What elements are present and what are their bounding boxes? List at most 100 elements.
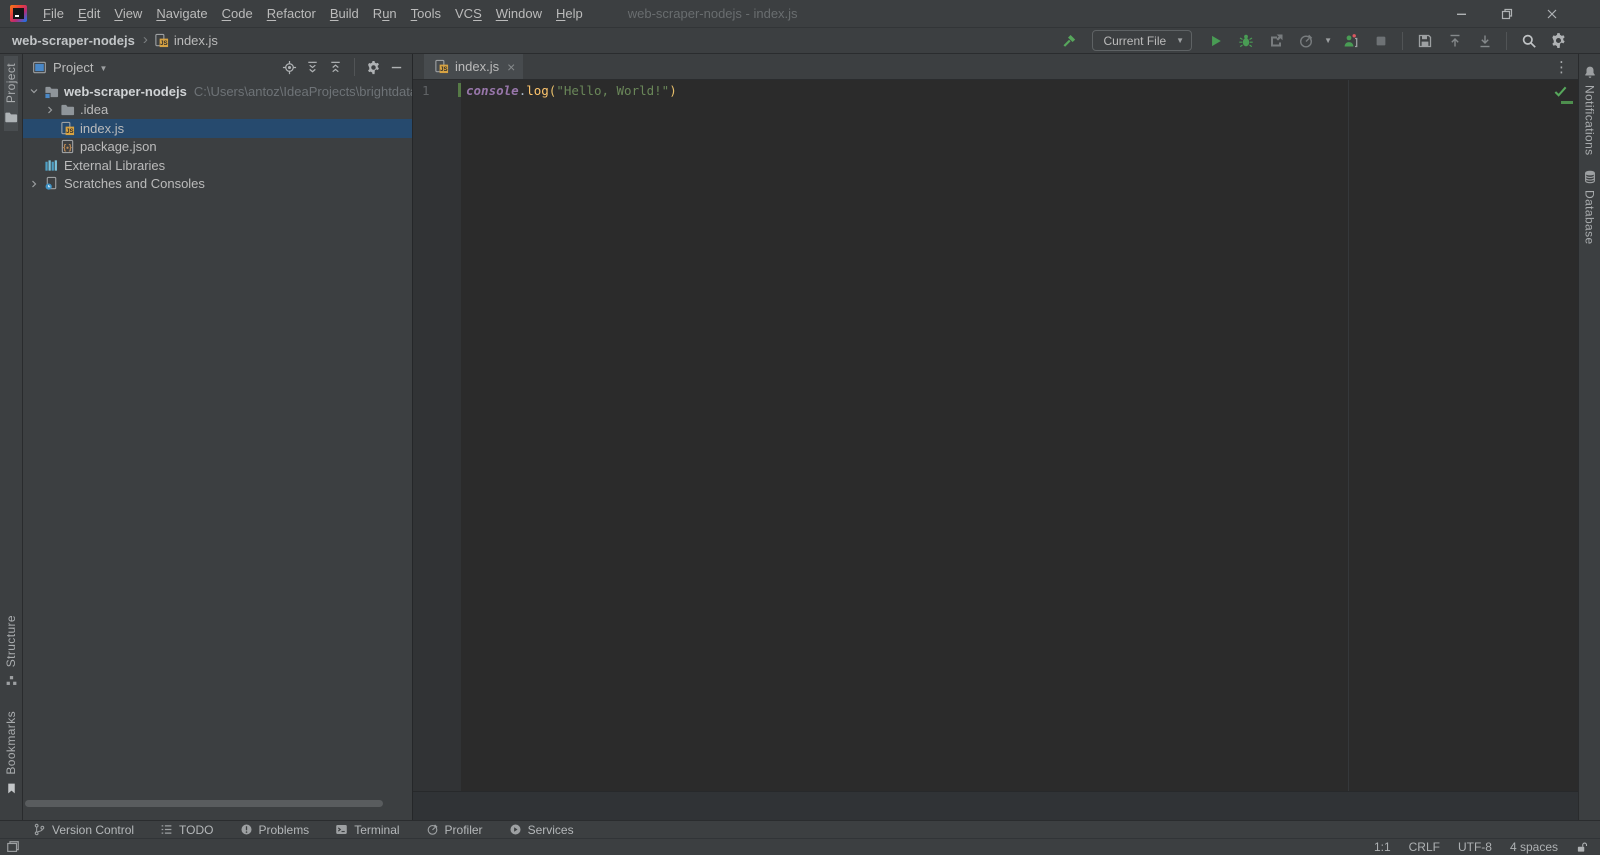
main-area: Project Structure Bookmarks Project ▼ we… <box>0 54 1600 820</box>
search-everywhere-button[interactable] <box>1517 29 1540 52</box>
menu-build[interactable]: Build <box>323 0 366 28</box>
inspections-ok-icon[interactable] <box>1553 84 1568 99</box>
tool-window-toggle-icon[interactable] <box>6 840 20 854</box>
close-button[interactable] <box>1529 0 1574 27</box>
scrollbar-clean-marker[interactable] <box>1561 101 1573 104</box>
collapse-all-button[interactable] <box>328 60 343 75</box>
write-access-lock-icon[interactable] <box>1576 841 1588 854</box>
chevron-collapsed-icon[interactable] <box>42 102 58 118</box>
chevron-expanded-icon[interactable] <box>26 83 42 99</box>
tool-window-button-problems[interactable]: Problems <box>240 822 310 837</box>
menu-navigate[interactable]: Navigate <box>149 0 214 28</box>
editor-tab-indexjs[interactable]: JS index.js × <box>424 54 524 79</box>
run-configuration-select[interactable]: Current File ▼ <box>1092 30 1193 51</box>
vcs-added-marker[interactable] <box>458 83 461 97</box>
editor-tab-bar: JS index.js × ⋮ <box>413 54 1578 80</box>
minimize-button[interactable] <box>1439 0 1484 27</box>
menu-vcs[interactable]: VCS <box>448 0 489 28</box>
menu-bar: File Edit View Navigate Code Refactor Build Run… <box>36 0 590 28</box>
tool-window-button-version-control[interactable]: Version Control <box>33 823 134 837</box>
restore-button[interactable] <box>1484 0 1529 27</box>
arrow-down-to-bar-button[interactable] <box>1473 29 1496 52</box>
save-all-button[interactable] <box>1413 29 1436 52</box>
tree-item-external-libraries[interactable]: External Libraries <box>23 156 412 175</box>
svg-text:JS: JS <box>66 128 73 135</box>
tree-item-indexjs[interactable]: JS index.js <box>23 119 412 138</box>
database-tool-button[interactable]: Database <box>1579 163 1600 252</box>
horizontal-scrollbar[interactable] <box>25 800 383 807</box>
window-controls <box>1439 0 1574 27</box>
js-file-icon: JS <box>434 59 449 74</box>
menu-view[interactable]: View <box>107 0 149 28</box>
chevron-down-icon[interactable]: ▼ <box>1324 36 1332 45</box>
play-icon <box>1211 35 1221 46</box>
code-editor[interactable]: 1 console.log("Hello, World!") <box>413 80 1578 791</box>
run-button[interactable] <box>1204 29 1227 52</box>
status-bar: 1:1 CRLF UTF-8 4 spaces <box>0 838 1600 855</box>
menu-refactor[interactable]: Refactor <box>260 0 323 28</box>
title-bar: File Edit View Navigate Code Refactor Build Run… <box>0 0 1600 28</box>
project-view-select[interactable]: Project <box>53 60 93 75</box>
menu-tools[interactable]: Tools <box>404 0 448 28</box>
line-separator[interactable]: CRLF <box>1409 840 1440 854</box>
tool-window-button-terminal[interactable]: Terminal <box>335 822 400 837</box>
hide-panel-button[interactable] <box>389 60 404 75</box>
menu-help[interactable]: Help <box>549 0 590 28</box>
debug-button[interactable] <box>1234 29 1257 52</box>
menu-edit[interactable]: Edit <box>71 0 107 28</box>
structure-tool-button[interactable]: Structure <box>4 608 18 694</box>
profiler-button[interactable] <box>1294 29 1317 52</box>
line-number: 1 <box>422 83 430 98</box>
notifications-tool-button[interactable]: Notifications <box>1579 58 1600 163</box>
menu-code[interactable]: Code <box>215 0 260 28</box>
tab-close-icon[interactable]: × <box>507 60 515 74</box>
code-token: ) <box>669 83 677 98</box>
tool-window-label: Problems <box>258 822 310 837</box>
gear-icon <box>1552 33 1565 48</box>
tool-window-button-services[interactable]: Services <box>509 823 574 837</box>
run-with-coverage-button[interactable] <box>1264 29 1287 52</box>
code-with-me-button[interactable] <box>1339 29 1362 52</box>
project-tool-button[interactable]: Project <box>4 56 18 132</box>
tree-item-idea[interactable]: .idea <box>23 101 412 120</box>
services-icon <box>510 824 521 835</box>
editor-gutter[interactable] <box>413 80 461 791</box>
breadcrumb-project[interactable]: web-scraper-nodejs <box>12 33 135 48</box>
tool-window-label: Terminal <box>354 822 400 837</box>
json-file-icon: {} <box>59 139 75 155</box>
database-icon <box>1584 170 1595 183</box>
bug-icon <box>1238 34 1253 47</box>
tree-item-packagejson[interactable]: {} package.json <box>23 138 412 157</box>
profiler-gauge-icon <box>1299 34 1312 48</box>
tree-item-scratches[interactable]: Scratches and Consoles <box>23 175 412 194</box>
caret-position[interactable]: 1:1 <box>1374 840 1391 854</box>
run-configuration-value: Current File <box>1103 33 1167 48</box>
tool-window-label: Services <box>527 822 574 837</box>
run-toolbar: Current File ▼ ▼ <box>1057 29 1600 52</box>
build-hammer-button[interactable] <box>1057 29 1080 52</box>
chevron-down-icon[interactable]: ▼ <box>99 64 107 73</box>
tool-window-button-profiler[interactable]: Profiler <box>426 823 483 837</box>
bottom-tool-window-bar: Version Control TODO Problems Terminal P… <box>0 820 1600 838</box>
settings-button[interactable] <box>1547 29 1570 52</box>
more-options-icon[interactable]: ⋮ <box>1554 54 1569 79</box>
js-file-icon: JS <box>59 120 75 136</box>
breadcrumb-file[interactable]: index.js <box>174 33 218 48</box>
chevron-collapsed-icon[interactable] <box>26 176 42 192</box>
project-view-icon <box>33 61 46 73</box>
file-encoding[interactable]: UTF-8 <box>1458 840 1492 854</box>
tool-window-button-todo[interactable]: TODO <box>160 823 214 837</box>
menu-run[interactable]: Run <box>366 0 404 28</box>
expand-all-button[interactable] <box>305 60 320 75</box>
tree-item-label: External Libraries <box>64 157 166 173</box>
tree-item-project-root[interactable]: web-scraper-nodejs C:\Users\antoz\IdeaPr… <box>23 82 412 101</box>
stop-button[interactable] <box>1369 29 1392 52</box>
panel-options-gear-button[interactable] <box>366 60 381 75</box>
bookmarks-tool-button[interactable]: Bookmarks <box>4 704 18 802</box>
locate-file-button[interactable] <box>282 60 297 75</box>
project-panel-header: Project ▼ <box>23 54 412 80</box>
menu-file[interactable]: File <box>36 0 71 28</box>
arrow-up-to-bar-button[interactable] <box>1443 29 1466 52</box>
menu-window[interactable]: Window <box>489 0 549 28</box>
indent-setting[interactable]: 4 spaces <box>1510 840 1558 854</box>
